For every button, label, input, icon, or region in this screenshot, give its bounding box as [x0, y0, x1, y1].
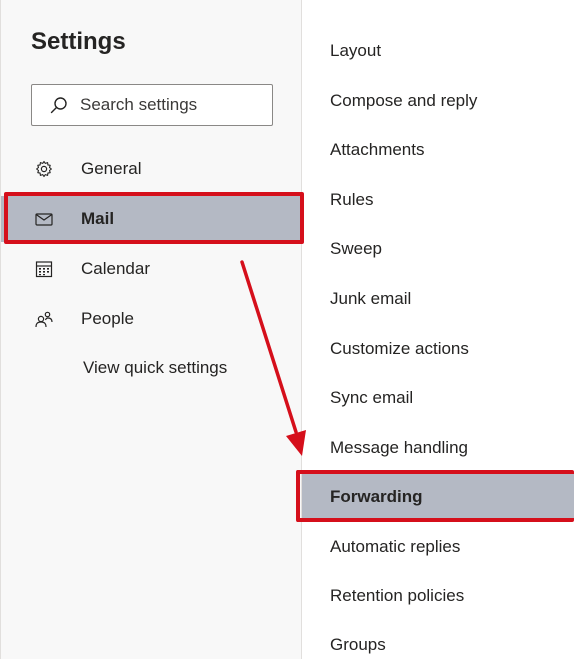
mail-setting-customize-actions[interactable]: Customize actions	[302, 326, 574, 372]
mail-setting-attachments[interactable]: Attachments	[302, 127, 574, 173]
mail-setting-message-handling[interactable]: Message handling	[302, 425, 574, 471]
forwarding-highlight-box	[296, 470, 574, 522]
nav-item-people[interactable]: People	[1, 296, 303, 342]
settings-nav-pane: Settings General Mail	[0, 0, 303, 659]
mail-settings-pane: Layout Compose and reply Attachments Rul…	[302, 0, 574, 659]
settings-title: Settings	[31, 28, 126, 55]
mail-setting-rules[interactable]: Rules	[302, 177, 574, 223]
nav-item-label: General	[81, 159, 142, 178]
nav-item-general[interactable]: General	[1, 146, 303, 192]
calendar-icon	[35, 260, 53, 278]
search-box[interactable]	[31, 84, 273, 126]
mail-setting-compose-and-reply[interactable]: Compose and reply	[302, 78, 574, 124]
mail-setting-groups[interactable]: Groups	[302, 622, 574, 659]
mail-setting-sweep[interactable]: Sweep	[302, 226, 574, 272]
people-icon	[35, 310, 53, 328]
mail-setting-layout[interactable]: Layout	[302, 28, 574, 74]
mail-setting-retention-policies[interactable]: Retention policies	[302, 573, 574, 619]
search-icon	[50, 97, 67, 114]
nav-item-label: Calendar	[81, 259, 150, 278]
mail-highlight-box	[4, 192, 304, 244]
mail-setting-junk-email[interactable]: Junk email	[302, 276, 574, 322]
search-input[interactable]	[80, 95, 260, 115]
gear-icon	[35, 160, 53, 178]
mail-setting-sync-email[interactable]: Sync email	[302, 375, 574, 421]
mail-setting-automatic-replies[interactable]: Automatic replies	[302, 524, 574, 570]
view-quick-settings-link[interactable]: View quick settings	[83, 358, 227, 378]
nav-item-calendar[interactable]: Calendar	[1, 246, 303, 292]
nav-item-label: People	[81, 309, 134, 328]
